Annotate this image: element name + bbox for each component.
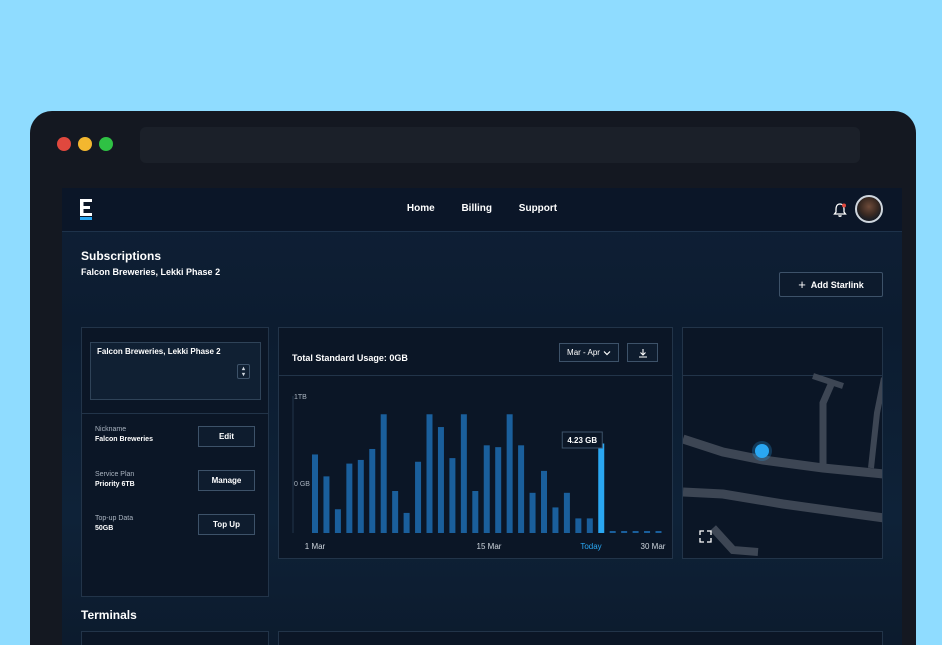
bar (460, 414, 467, 533)
nickname-label: Nickname (95, 426, 127, 433)
bar (575, 518, 582, 533)
usage-bar-chart: 1TB 0 GB 4.23 GB 1 Mar 15 Mar Today 30 Mar (292, 394, 666, 551)
edit-button[interactable]: Edit (198, 426, 255, 447)
tooltip-label: 4.23 GB (567, 436, 597, 445)
terminals-heading: Terminals (81, 608, 137, 622)
app-window: Home Billing Support Subscriptions Falco… (62, 188, 902, 645)
download-button[interactable] (627, 343, 658, 362)
date-range-dropdown[interactable]: Mar - Apr (559, 343, 619, 362)
bar (621, 531, 628, 533)
bar (312, 454, 318, 533)
y-tick-label: 0 GB (294, 481, 310, 488)
bar (346, 463, 353, 533)
usage-chart-panel: Total Standard Usage: 0GB Mar - Apr 1TB 0… (278, 327, 673, 559)
nav-links: Home Billing Support (62, 203, 902, 214)
nav-support[interactable]: Support (519, 203, 557, 214)
manage-button[interactable]: Manage (198, 470, 255, 491)
x-tick-label: Today (580, 542, 601, 551)
page-subtitle: Falcon Breweries, Lekki Phase 2 (81, 267, 221, 277)
window-close-dot[interactable] (57, 137, 71, 151)
bar (495, 447, 502, 533)
top-navbar: Home Billing Support (62, 188, 902, 232)
bar (541, 470, 547, 533)
bar (369, 448, 376, 533)
bar (506, 414, 513, 533)
user-avatar[interactable] (855, 195, 883, 223)
service-plan-value: Priority 6TB (95, 481, 135, 488)
bar (563, 492, 570, 533)
bar (403, 512, 410, 533)
y-tick-label: 1TB (294, 394, 307, 401)
site-selector-value: Falcon Breweries, Lekki Phase 2 (97, 347, 221, 356)
x-tick-label: 15 Mar (477, 542, 502, 551)
location-pin-icon[interactable] (755, 444, 769, 458)
bar (357, 459, 364, 533)
date-range-value: Mar - Apr (567, 348, 600, 357)
nav-billing[interactable]: Billing (461, 203, 492, 214)
bar (449, 458, 456, 533)
top-up-button[interactable]: Top Up (198, 514, 255, 535)
window-maximize-dot[interactable] (99, 137, 113, 151)
terminal-card[interactable] (81, 631, 269, 645)
divider (82, 413, 268, 414)
bar (483, 445, 490, 533)
page-title: Subscriptions (81, 249, 162, 263)
topup-label: Top-up Data (95, 515, 134, 522)
bar (644, 531, 651, 533)
bar (518, 445, 525, 533)
bar (586, 518, 593, 533)
bar (529, 492, 536, 533)
service-plan-label: Service Plan (95, 471, 135, 478)
chevron-down-icon (603, 350, 611, 355)
map-view[interactable] (683, 328, 883, 559)
terminal-details-card (278, 631, 883, 645)
plus-icon: + (798, 277, 806, 292)
highlighted-bar (598, 443, 605, 533)
add-starlink-button[interactable]: + Add Starlink (779, 272, 883, 297)
bell-icon[interactable] (832, 202, 848, 218)
nickname-value: Falcon Breweries (95, 436, 153, 443)
bar (426, 414, 433, 533)
up-down-chevron-icon[interactable]: ▴ ▾ (237, 364, 250, 379)
window-minimize-dot[interactable] (78, 137, 92, 151)
bar (392, 490, 399, 533)
bar (472, 490, 479, 533)
bar (334, 509, 341, 533)
site-selector[interactable]: Falcon Breweries, Lekki Phase 2 ▴ ▾ (90, 342, 261, 400)
download-icon (638, 348, 647, 358)
topup-value: 50GB (95, 525, 114, 532)
bar (552, 507, 559, 533)
bar (380, 414, 387, 533)
x-tick-label: 30 Mar (641, 542, 666, 551)
fullscreen-icon[interactable] (699, 530, 712, 543)
usage-title: Total Standard Usage: 0GB (292, 353, 408, 363)
x-tick-label: 1 Mar (305, 542, 326, 551)
nav-home[interactable]: Home (407, 203, 435, 214)
bar (323, 476, 330, 533)
add-starlink-label: Add Starlink (810, 279, 864, 290)
subscription-details-panel: Falcon Breweries, Lekki Phase 2 ▴ ▾ Nickn… (81, 327, 269, 597)
bar (655, 531, 662, 533)
bar (415, 461, 422, 533)
terminal-map-panel (682, 327, 883, 559)
bar (632, 531, 639, 533)
bar (609, 531, 616, 533)
address-bar[interactable] (140, 127, 860, 163)
bar (437, 427, 444, 533)
